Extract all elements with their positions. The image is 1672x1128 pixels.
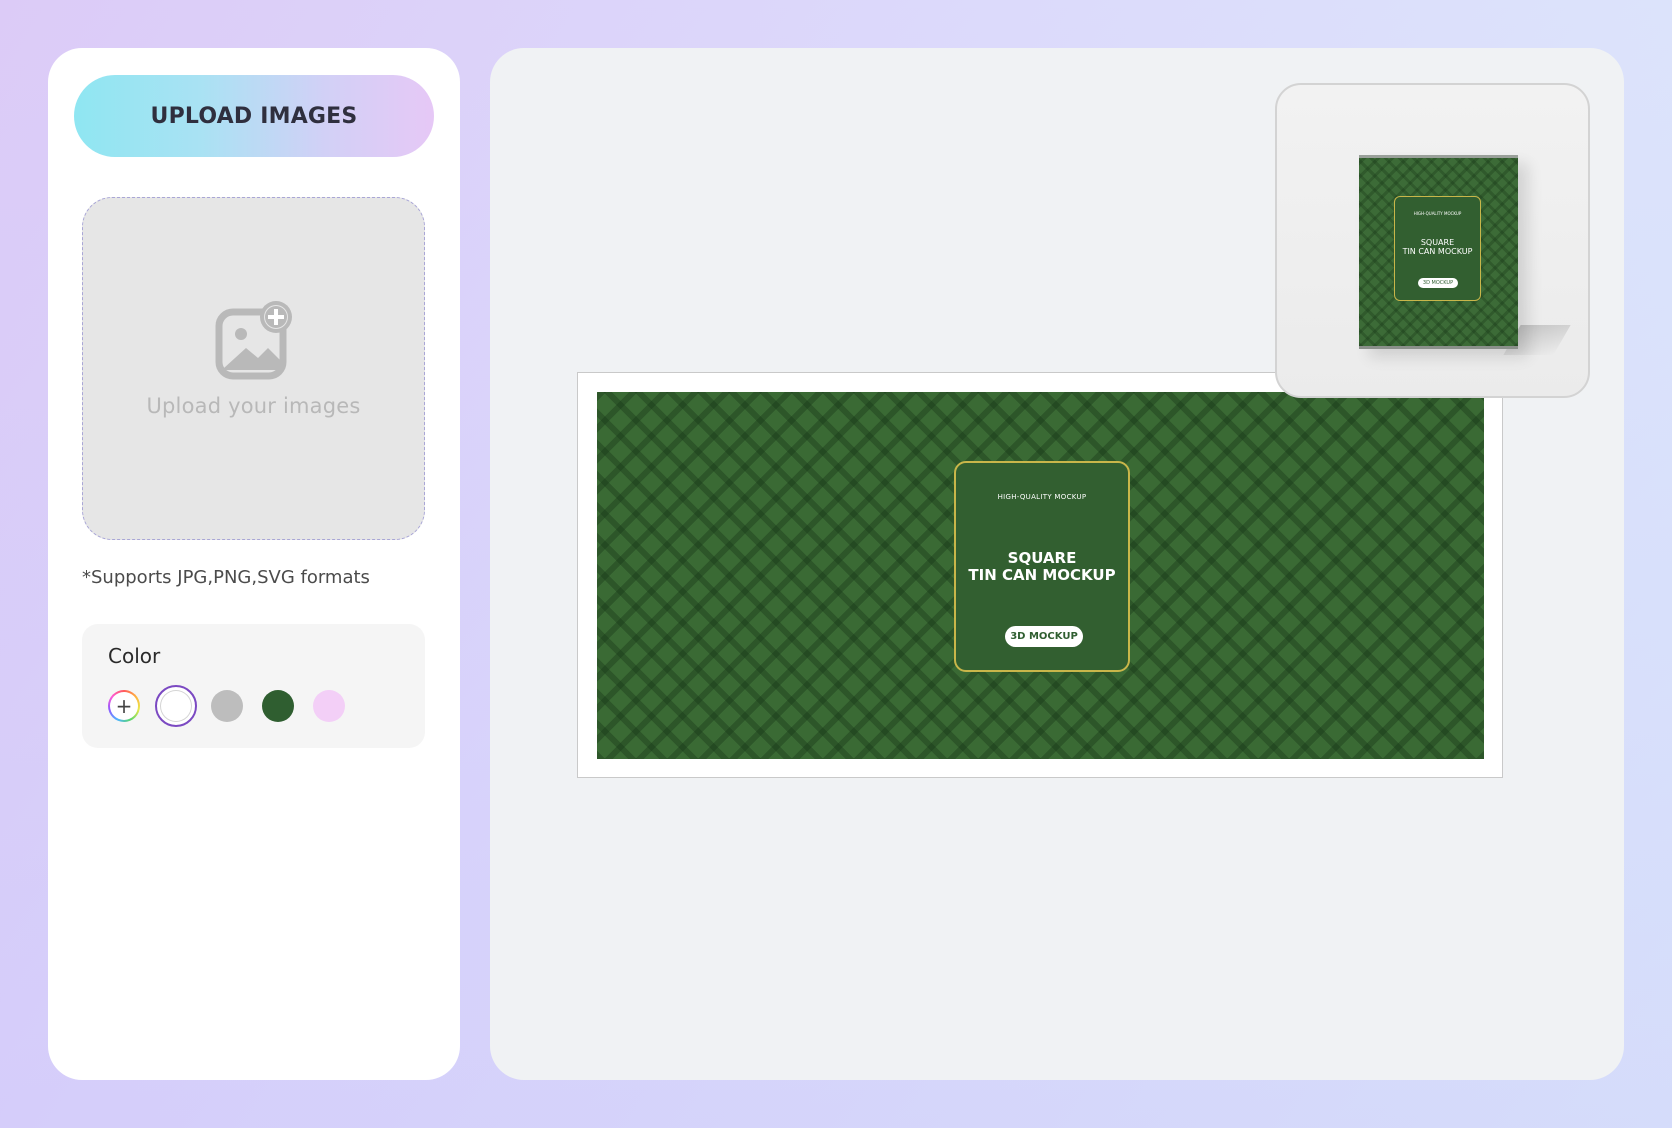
supported-formats-note: *Supports JPG,PNG,SVG formats — [82, 567, 370, 588]
tin-can-mockup: HIGH-QUALITY MOCKUP SQUARE TIN CAN MOCKU… — [1359, 155, 1518, 349]
label-canvas[interactable]: HIGH-QUALITY MOCKUP SQUARE TIN CAN MOCKU… — [577, 372, 1503, 778]
dropzone-label: Upload your images — [146, 393, 361, 418]
label-artwork: HIGH-QUALITY MOCKUP SQUARE TIN CAN MOCKU… — [597, 392, 1484, 759]
image-dropzone[interactable]: Upload your images — [82, 197, 425, 540]
mockup-preview[interactable]: HIGH-QUALITY MOCKUP SQUARE TIN CAN MOCKU… — [1275, 83, 1590, 398]
color-section-title: Color — [108, 644, 161, 668]
tin-label-title-line-1: SQUARE — [1420, 238, 1455, 247]
label-badge: 3D MOCKUP — [1005, 626, 1083, 647]
add-image-icon — [215, 300, 292, 379]
tin-label-tagline: HIGH-QUALITY MOCKUP — [1413, 211, 1462, 216]
label-title: SQUARE TIN CAN MOCKUP — [956, 550, 1128, 584]
color-swatch-white[interactable] — [155, 685, 197, 727]
color-swatch-green[interactable] — [262, 690, 294, 722]
tin-label-card: HIGH-QUALITY MOCKUP SQUARE TIN CAN MOCKU… — [1394, 196, 1481, 301]
color-swatch-gray[interactable] — [211, 690, 243, 722]
plus-icon: + — [115, 694, 133, 718]
color-picker-section: Color + — [82, 624, 425, 748]
tin-label-title: SQUARE TIN CAN MOCKUP — [1395, 238, 1480, 256]
upload-images-button[interactable]: UPLOAD IMAGES — [74, 75, 434, 157]
color-swatch-pink[interactable] — [313, 690, 345, 722]
workspace-panel: HIGH-QUALITY MOCKUP SQUARE TIN CAN MOCKU… — [490, 48, 1624, 1080]
label-title-line-1: SQUARE — [1007, 549, 1077, 567]
label-tagline: HIGH-QUALITY MOCKUP — [997, 493, 1087, 501]
tin-label-badge: 3D MOCKUP — [1418, 278, 1458, 288]
tin-label-title-line-2: TIN CAN MOCKUP — [1402, 247, 1473, 256]
label-center-card: HIGH-QUALITY MOCKUP SQUARE TIN CAN MOCKU… — [954, 461, 1130, 672]
sidebar-panel: UPLOAD IMAGES Upload your images *Suppor… — [48, 48, 460, 1080]
custom-color-add-button[interactable]: + — [108, 690, 140, 722]
label-title-line-2: TIN CAN MOCKUP — [968, 566, 1116, 584]
